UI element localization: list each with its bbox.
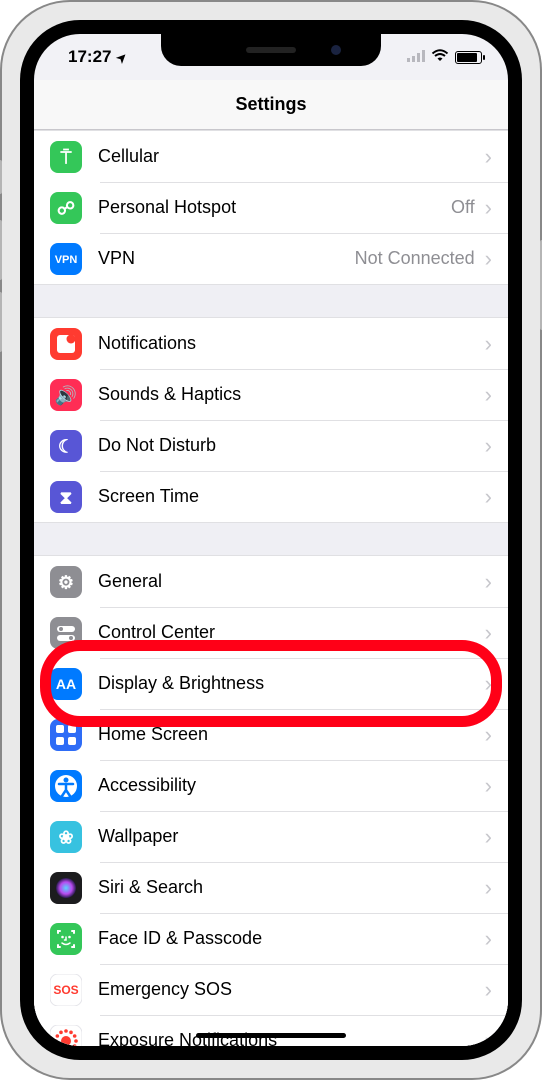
status-time: 17:27 (68, 47, 111, 67)
chevron-right-icon: › (485, 926, 492, 952)
svg-text:VPN: VPN (55, 253, 78, 265)
link-icon: ☍ (50, 192, 82, 224)
chevron-right-icon: › (485, 722, 492, 748)
chevron-right-icon: › (485, 824, 492, 850)
page-title: Settings (235, 94, 306, 115)
settings-group: ⚙General›Control Center›AADisplay & Brig… (34, 555, 508, 1046)
battery-icon (455, 51, 482, 64)
chevron-right-icon: › (485, 246, 492, 272)
row-accessibility[interactable]: Accessibility› (34, 760, 508, 811)
settings-group: Notifications›🔊Sounds & Haptics›☾Do Not … (34, 317, 508, 523)
notch (161, 34, 381, 66)
chevron-right-icon: › (485, 620, 492, 646)
row-screentime[interactable]: ⧗ Screen Time› (34, 471, 508, 522)
device-frame: 17:27 ➤ Settings ⍑Cellular›☍Pe (0, 0, 542, 1080)
row-value: Off (451, 197, 475, 218)
settings-list[interactable]: ⍑Cellular›☍Personal HotspotOff›VPNVPNNot… (34, 130, 508, 1046)
home-indicator[interactable] (196, 1033, 346, 1038)
siri-icon (50, 872, 82, 904)
vpn-icon: VPN (50, 243, 82, 275)
chevron-right-icon: › (485, 773, 492, 799)
group-gap (34, 523, 508, 555)
row-label: Accessibility (98, 775, 483, 796)
row-label: Sounds & Haptics (98, 384, 483, 405)
accessibility-icon (50, 770, 82, 802)
svg-text:SOS: SOS (53, 983, 78, 997)
svg-text:⍑: ⍑ (60, 147, 73, 167)
settings-group: ⍑Cellular›☍Personal HotspotOff›VPNVPNNot… (34, 130, 508, 285)
row-label: Wallpaper (98, 826, 483, 847)
chevron-right-icon: › (485, 195, 492, 221)
group-gap (34, 285, 508, 317)
row-label: Emergency SOS (98, 979, 483, 1000)
row-hotspot[interactable]: ☍ Personal HotspotOff › (34, 182, 508, 233)
flower-icon: ❀ (50, 821, 82, 853)
svg-text:☾: ☾ (58, 436, 74, 456)
wifi-icon (431, 47, 449, 67)
hourglass-icon: ⧗ (50, 481, 82, 513)
chevron-right-icon: › (485, 977, 492, 1003)
switches-icon (50, 617, 82, 649)
exposure-icon (50, 1025, 82, 1047)
row-dnd[interactable]: ☾ Do Not Disturb› (34, 420, 508, 471)
row-faceid[interactable]: Face ID & Passcode› (34, 913, 508, 964)
gear-icon: ⚙ (50, 566, 82, 598)
row-controlcenter[interactable]: Control Center› (34, 607, 508, 658)
location-arrow-icon: ➤ (114, 49, 131, 66)
row-cellular[interactable]: ⍑ Cellular› (34, 131, 508, 182)
row-label: Do Not Disturb (98, 435, 483, 456)
speaker-icon: 🔊 (50, 379, 82, 411)
chevron-right-icon: › (485, 671, 492, 697)
row-label: Home Screen (98, 724, 483, 745)
antenna-icon: ⍑ (50, 141, 82, 173)
svg-text:🔊: 🔊 (55, 384, 77, 406)
screen: 17:27 ➤ Settings ⍑Cellular›☍Pe (34, 34, 508, 1046)
chevron-right-icon: › (485, 875, 492, 901)
row-wallpaper[interactable]: ❀ Wallpaper› (34, 811, 508, 862)
row-label: Control Center (98, 622, 483, 643)
chevron-right-icon: › (485, 331, 492, 357)
bezel: 17:27 ➤ Settings ⍑Cellular›☍Pe (20, 20, 522, 1060)
row-label: Personal Hotspot (98, 197, 451, 218)
row-vpn[interactable]: VPNVPNNot Connected› (34, 233, 508, 284)
chevron-right-icon: › (485, 144, 492, 170)
nav-bar: Settings (34, 80, 508, 130)
row-display[interactable]: AA Display & Brightness› (34, 658, 508, 709)
chevron-right-icon: › (485, 433, 492, 459)
row-label: General (98, 571, 483, 592)
moon-icon: ☾ (50, 430, 82, 462)
row-label: Display & Brightness (98, 673, 483, 694)
text-size-icon: AA (50, 668, 82, 700)
svg-text:AA: AA (56, 675, 76, 691)
row-siri[interactable]: Siri & Search› (34, 862, 508, 913)
row-label: Notifications (98, 333, 483, 354)
row-value: Not Connected (355, 248, 475, 269)
grid-icon (50, 719, 82, 751)
row-homescreen[interactable]: Home Screen› (34, 709, 508, 760)
row-label: VPN (98, 248, 355, 269)
chevron-right-icon: › (485, 569, 492, 595)
row-label: Face ID & Passcode (98, 928, 483, 949)
sos-icon: SOS (50, 974, 82, 1006)
row-sos[interactable]: SOS Emergency SOS› (34, 964, 508, 1015)
faceid-icon (50, 923, 82, 955)
row-notifications[interactable]: Notifications› (34, 318, 508, 369)
chevron-right-icon: › (485, 382, 492, 408)
signal-icon (407, 47, 425, 67)
svg-text:☍: ☍ (57, 198, 75, 218)
row-label: Siri & Search (98, 877, 483, 898)
row-sounds[interactable]: 🔊 Sounds & Haptics› (34, 369, 508, 420)
chevron-right-icon: › (485, 484, 492, 510)
row-general[interactable]: ⚙ General› (34, 556, 508, 607)
row-exposure[interactable]: Exposure Notifications› (34, 1015, 508, 1046)
svg-text:⚙: ⚙ (58, 572, 74, 592)
chevron-right-icon: › (485, 1028, 492, 1047)
svg-text:❀: ❀ (58, 827, 73, 847)
content-area: Settings ⍑Cellular›☍Personal HotspotOff›… (34, 80, 508, 1046)
bell-icon (50, 328, 82, 360)
row-label: Screen Time (98, 486, 483, 507)
svg-text:⧗: ⧗ (60, 487, 73, 507)
row-label: Cellular (98, 146, 483, 167)
